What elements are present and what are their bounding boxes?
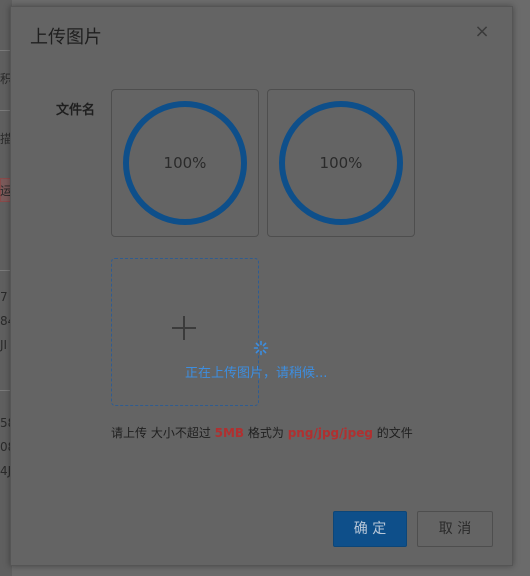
upload-dropzone[interactable] bbox=[111, 258, 259, 406]
image-thumbnail[interactable]: 100% bbox=[267, 89, 415, 237]
cancel-button[interactable]: 取 消 bbox=[417, 511, 493, 547]
confirm-button[interactable]: 确 定 bbox=[333, 511, 407, 547]
hint-suffix: 的文件 bbox=[372, 426, 413, 440]
close-icon[interactable]: × bbox=[473, 23, 491, 41]
upload-hint: 请上传 大小不超过 5MB 格式为 png/jpg/jpeg 的文件 bbox=[111, 424, 413, 441]
dialog-title: 上传图片 bbox=[30, 27, 102, 48]
progress-text: 100% bbox=[319, 154, 363, 172]
hint-prefix: 请上传 大小不超过 bbox=[111, 426, 215, 440]
plus-icon bbox=[172, 316, 196, 340]
upload-dialog: 上传图片 × 文件名 100% 100% 正在上传图片，请稍候... 请上传 大… bbox=[10, 6, 513, 566]
loading-text: 正在上传图片，请稍候... bbox=[185, 366, 328, 381]
hint-formats: png/jpg/jpeg bbox=[287, 426, 373, 440]
hint-middle: 格式为 bbox=[244, 426, 288, 440]
spinner-icon bbox=[253, 340, 269, 356]
hint-size: 5MB bbox=[214, 426, 245, 440]
image-thumbnail[interactable]: 100% bbox=[111, 89, 259, 237]
progress-text: 100% bbox=[163, 154, 207, 172]
field-label: 文件名 bbox=[56, 103, 96, 118]
